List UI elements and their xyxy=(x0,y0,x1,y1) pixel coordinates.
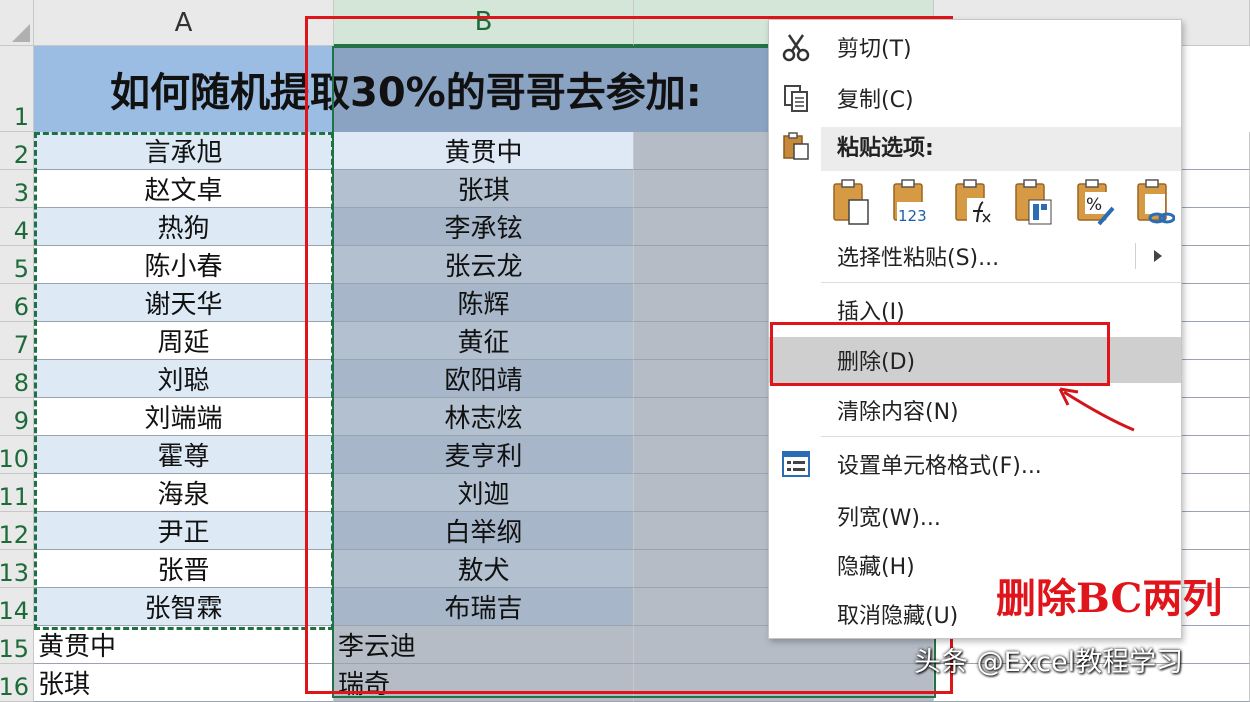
menu-item-paste-options: 粘贴选项: xyxy=(769,123,1181,171)
select-all-triangle-icon xyxy=(12,24,30,42)
paste-formulas-icon[interactable] xyxy=(953,178,993,226)
row-header[interactable]: 13 xyxy=(0,550,34,588)
menu-label-copy: 复制(C) xyxy=(837,88,914,113)
row-header[interactable]: 12 xyxy=(0,512,34,550)
menu-item-cut[interactable]: 剪切(T) xyxy=(769,24,1181,70)
menu-label-hide: 隐藏(H) xyxy=(837,555,915,580)
paste-clipboard-icon xyxy=(783,132,809,160)
format-cells-icon xyxy=(782,451,810,477)
submenu-separator xyxy=(1135,243,1136,269)
row-header[interactable]: 3 xyxy=(0,170,34,208)
row-header[interactable]: 10 xyxy=(0,436,34,474)
watermark: 头条 @Excel教程学习 xyxy=(914,647,1184,678)
menu-item-paste-special[interactable]: 选择性粘贴(S)... xyxy=(769,233,1181,279)
menu-label-paste-special: 选择性粘贴(S)... xyxy=(837,246,1000,271)
menu-separator-2 xyxy=(821,436,1181,437)
paste-transpose-icon[interactable] xyxy=(1013,178,1053,226)
copy-marquee xyxy=(34,132,334,630)
menu-label-col-width: 列宽(W)... xyxy=(837,506,941,531)
menu-label-paste-options: 粘贴选项: xyxy=(837,136,934,161)
menu-item-column-width[interactable]: 列宽(W)... xyxy=(769,493,1181,539)
row-header[interactable]: 15 xyxy=(0,626,34,664)
row-header[interactable]: 7 xyxy=(0,322,34,360)
row-header[interactable]: 8 xyxy=(0,360,34,398)
menu-label-format-cells: 设置单元格格式(F)... xyxy=(837,454,1042,479)
menu-label-unhide: 取消隐藏(U) xyxy=(837,604,959,629)
row-header[interactable]: 14 xyxy=(0,588,34,626)
scissors-icon xyxy=(782,34,810,62)
submenu-arrow-icon xyxy=(1154,250,1162,262)
cell-a[interactable]: 黄贯中 xyxy=(34,626,334,664)
annotation-arrow-icon xyxy=(1058,387,1135,432)
row-header[interactable]: 5 xyxy=(0,246,34,284)
menu-item-copy[interactable]: 复制(C) xyxy=(769,75,1181,121)
row-header[interactable]: 11 xyxy=(0,474,34,512)
corner-select-all[interactable] xyxy=(0,0,34,46)
menu-label-clear: 清除内容(N) xyxy=(837,400,959,425)
copy-icon xyxy=(784,85,808,112)
annotation-text: 删除BC两列 xyxy=(996,575,1223,622)
menu-label-cut: 剪切(T) xyxy=(837,37,912,62)
annotation-box-delete xyxy=(770,322,1110,386)
menu-item-format-cells[interactable]: 设置单元格格式(F)... xyxy=(769,441,1181,487)
row-header[interactable]: 1 xyxy=(0,46,34,132)
row-header[interactable]: 4 xyxy=(0,208,34,246)
cell-a[interactable]: 张琪 xyxy=(34,664,334,702)
svg-text:%: % xyxy=(1086,195,1102,215)
svg-text:123: 123 xyxy=(898,207,927,225)
row-header[interactable]: 9 xyxy=(0,398,34,436)
paste-link-icon[interactable] xyxy=(1135,178,1175,226)
row-header[interactable]: 16 xyxy=(0,664,34,702)
row-header[interactable]: 6 xyxy=(0,284,34,322)
menu-separator xyxy=(821,282,1181,283)
paste-values-icon[interactable]: 123 xyxy=(891,178,931,226)
paste-formatting-icon[interactable]: % xyxy=(1075,178,1115,226)
column-header-a[interactable]: A xyxy=(34,0,334,46)
paste-icon[interactable] xyxy=(831,178,871,226)
row-header[interactable]: 2 xyxy=(0,132,34,170)
